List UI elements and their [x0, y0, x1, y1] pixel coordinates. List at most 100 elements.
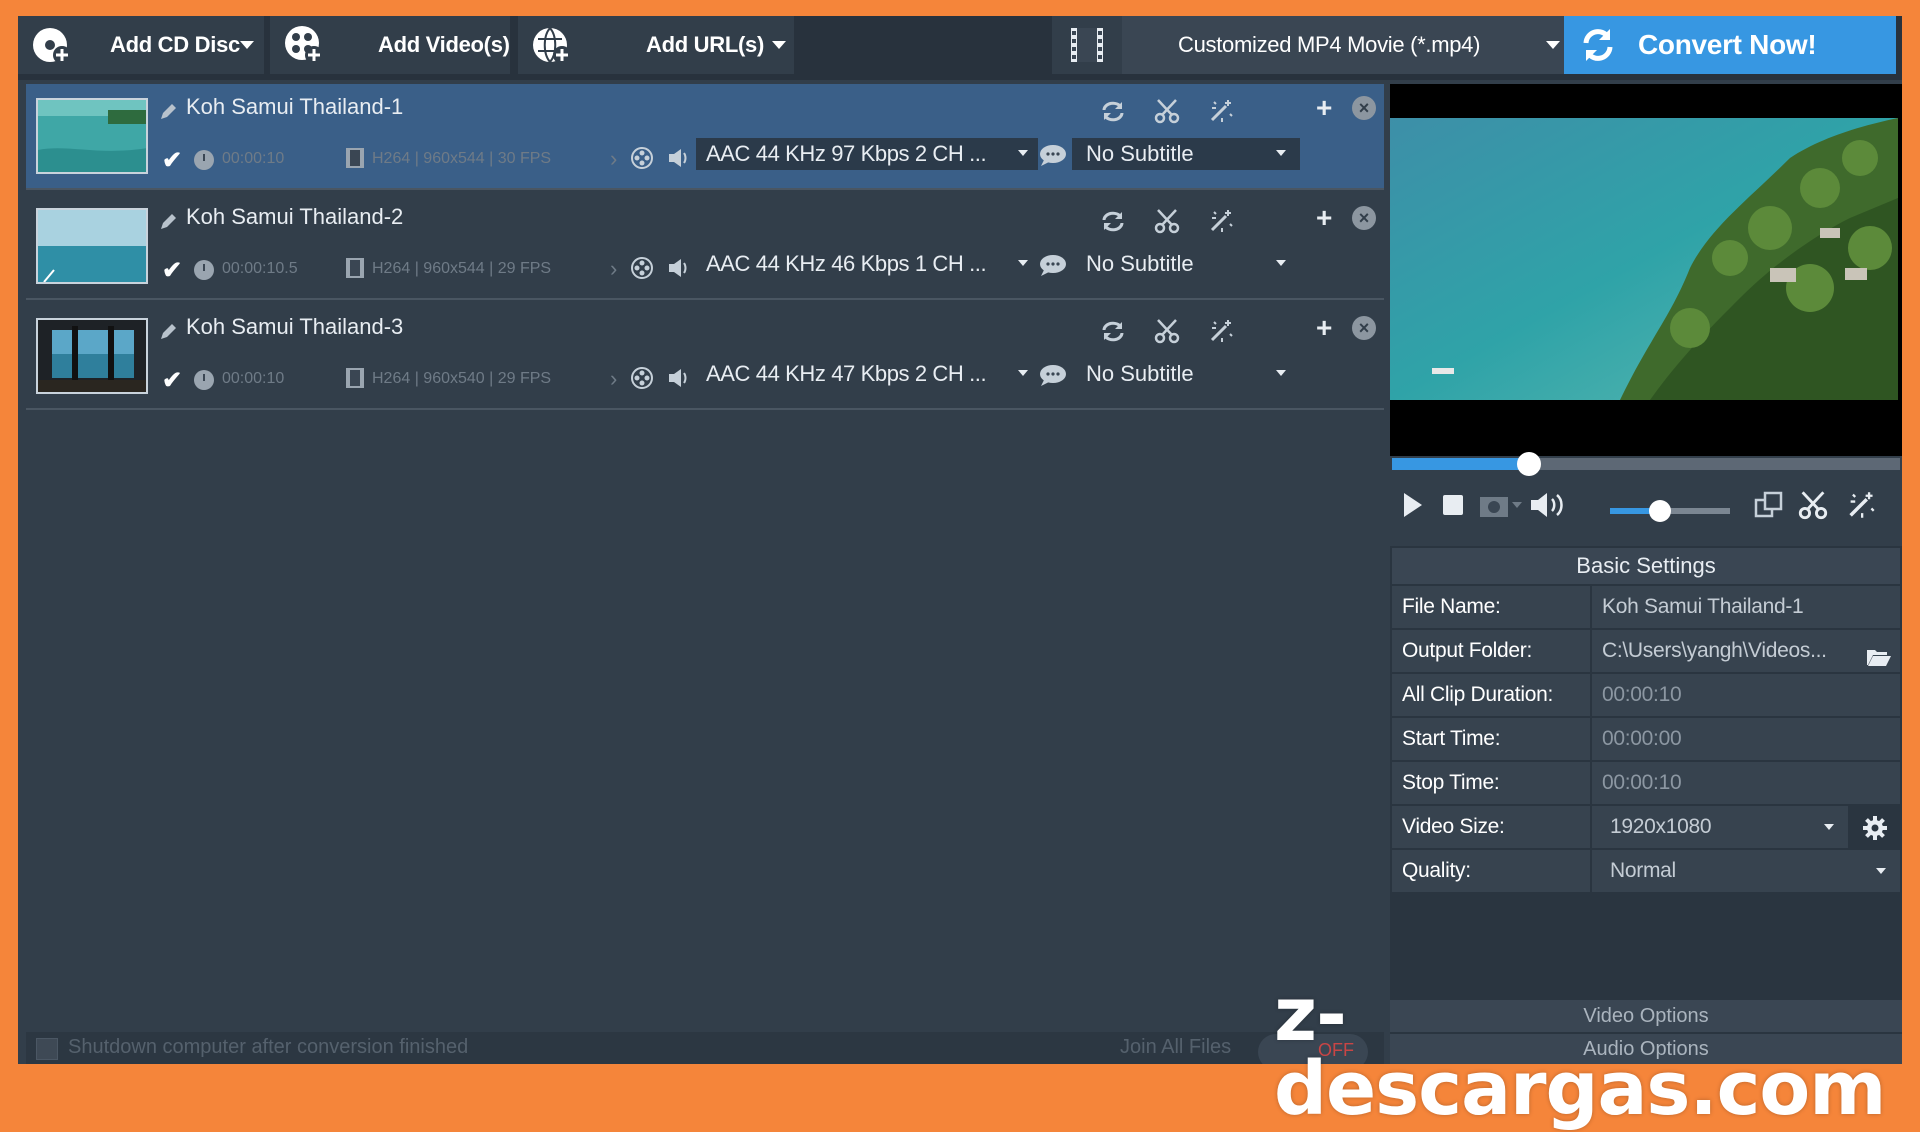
volume-icon[interactable] [1528, 490, 1572, 520]
snapshot-camera-icon[interactable] [1478, 490, 1524, 520]
add-cd-dropdown[interactable] [230, 16, 264, 74]
output-folder-field[interactable]: C:\Users\yangh\Videos... [1592, 630, 1900, 672]
subtitle-select[interactable]: No Subtitle [1072, 248, 1300, 280]
chevron-down-icon [1018, 150, 1028, 156]
row-actions [1096, 206, 1238, 236]
file-row[interactable]: Koh Samui Thailand-1 + × ✔ 00:00:10 H264… [26, 84, 1384, 190]
audio-track-value: AAC 44 KHz 47 Kbps 2 CH ... [706, 361, 987, 386]
scissors-icon[interactable] [1150, 96, 1184, 126]
setting-label: Stop Time: [1392, 762, 1590, 804]
refresh-icon [1578, 25, 1618, 65]
volume-slider[interactable] [1610, 500, 1730, 522]
file-checkbox[interactable]: ✔ [160, 257, 184, 284]
video-thumbnail[interactable] [36, 98, 148, 174]
audio-track-select[interactable]: AAC 44 KHz 46 Kbps 1 CH ... [696, 248, 1038, 280]
shutdown-checkbox[interactable] [36, 1038, 58, 1060]
setting-label: Output Folder: [1392, 630, 1590, 672]
output-format-select[interactable]: Customized MP4 Movie (*.mp4) [1052, 16, 1574, 74]
video-preview [1390, 84, 1902, 456]
player-controls [1390, 480, 1902, 542]
seek-slider[interactable] [1392, 452, 1900, 476]
scissors-icon[interactable] [1150, 206, 1184, 236]
scissors-icon[interactable] [1798, 490, 1828, 520]
setting-label: Start Time: [1392, 718, 1590, 760]
film-reel-icon [630, 366, 654, 395]
all-clip-duration-value: 00:00:10 [1592, 674, 1900, 716]
remove-file-button[interactable]: × [1352, 316, 1376, 340]
add-clip-button[interactable]: + [1316, 202, 1332, 234]
setting-output-folder: Output Folder: C:\Users\yangh\Videos... [1392, 630, 1900, 672]
play-icon[interactable] [1400, 490, 1424, 520]
row-actions [1096, 96, 1238, 126]
subtitle-select[interactable]: No Subtitle [1072, 358, 1300, 390]
stop-icon[interactable] [1440, 490, 1466, 520]
chevron-down-icon [772, 41, 786, 49]
pencil-icon[interactable] [158, 102, 178, 127]
film-reel-add-icon [278, 19, 330, 71]
chevron-down-icon [1824, 824, 1834, 830]
rotate-icon[interactable] [1096, 206, 1130, 236]
file-checkbox[interactable]: ✔ [160, 147, 184, 174]
add-clip-button[interactable]: + [1316, 92, 1332, 124]
row-actions [1096, 316, 1238, 346]
magic-wand-icon[interactable] [1204, 206, 1238, 236]
pencil-icon[interactable] [158, 322, 178, 347]
speaker-icon [666, 256, 692, 285]
subtitle-select[interactable]: No Subtitle [1072, 138, 1300, 170]
audio-track-select[interactable]: AAC 44 KHz 47 Kbps 2 CH ... [696, 358, 1038, 390]
setting-quality: Quality: Normal [1392, 850, 1900, 892]
settings-header: Basic Settings [1392, 548, 1900, 584]
rotate-icon[interactable] [1096, 316, 1130, 346]
subtitle-value: No Subtitle [1086, 251, 1194, 276]
video-size-value: 1920x1080 [1610, 815, 1712, 838]
audio-track-select[interactable]: AAC 44 KHz 97 Kbps 2 CH ... [696, 138, 1038, 170]
globe-add-icon [526, 19, 578, 71]
add-cd-label: Add CD Disc [110, 32, 240, 57]
video-size-select[interactable]: 1920x1080 [1592, 806, 1848, 848]
video-thumbnail[interactable] [36, 318, 148, 394]
chevron-down-icon [1276, 260, 1286, 266]
output-format-value: Customized MP4 Movie (*.mp4) [1178, 32, 1481, 57]
external-window-icon[interactable] [1752, 490, 1786, 520]
bottom-bar: Shutdown computer after conversion finis… [26, 1032, 1384, 1064]
scissors-icon[interactable] [1150, 316, 1184, 346]
quality-select[interactable]: Normal [1592, 850, 1900, 892]
add-clip-button[interactable]: + [1316, 312, 1332, 344]
setting-all-clip-duration: All Clip Duration: 00:00:10 [1392, 674, 1900, 716]
chevron-down-icon [1276, 150, 1286, 156]
chevron-right-icon: › [610, 366, 618, 391]
add-video-button[interactable]: Add Video(s) [270, 16, 510, 74]
duration: 00:00:10 [222, 370, 285, 387]
file-row[interactable]: Koh Samui Thailand-3 + × ✔ 00:00:10 H264… [26, 304, 1384, 410]
chevron-down-icon [240, 41, 254, 49]
film-reel-icon [630, 256, 654, 285]
rotate-icon[interactable] [1096, 96, 1130, 126]
add-cd-button[interactable]: Add CD Disc [18, 16, 264, 74]
remove-file-button[interactable]: × [1352, 206, 1376, 230]
start-time-field[interactable]: 00:00:00 [1592, 718, 1900, 760]
gear-icon[interactable] [1862, 815, 1888, 846]
preview-frame [1390, 118, 1898, 400]
setting-file-name: File Name: Koh Samui Thailand-1 [1392, 586, 1900, 628]
file-checkbox[interactable]: ✔ [160, 367, 184, 394]
video-info: H264 | 960x544 | 29 FPS [372, 260, 552, 277]
film-icon [344, 146, 366, 175]
seek-handle[interactable] [1517, 452, 1542, 476]
file-row[interactable]: Koh Samui Thailand-2 + × ✔ 00:00:10.5 H2… [26, 194, 1384, 300]
file-name-field[interactable]: Koh Samui Thailand-1 [1592, 586, 1900, 628]
video-thumbnail[interactable] [36, 208, 148, 284]
stop-time-field[interactable]: 00:00:10 [1592, 762, 1900, 804]
magic-wand-icon[interactable] [1204, 96, 1238, 126]
add-url-button[interactable]: Add URL(s) [518, 16, 794, 74]
convert-now-button[interactable]: Convert Now! [1564, 16, 1896, 74]
chevron-right-icon: › [610, 256, 618, 281]
magic-wand-icon[interactable] [1204, 316, 1238, 346]
remove-file-button[interactable]: × [1352, 96, 1376, 120]
magic-wand-icon[interactable] [1846, 490, 1876, 520]
volume-handle[interactable] [1649, 500, 1672, 522]
setting-start-time: Start Time: 00:00:00 [1392, 718, 1900, 760]
pencil-icon[interactable] [158, 212, 178, 237]
film-reel-icon [630, 146, 654, 175]
film-strip-icon [1052, 16, 1122, 74]
add-url-dropdown[interactable] [762, 16, 796, 74]
